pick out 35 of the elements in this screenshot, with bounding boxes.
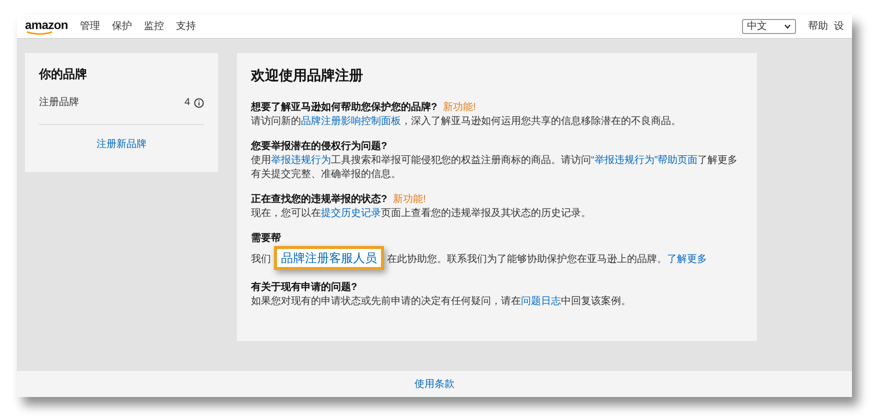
support-link[interactable]: 品牌注册客服人员 (274, 246, 384, 270)
link[interactable]: 举报违规行为 (271, 155, 331, 166)
amazon-logo[interactable]: amazon (25, 18, 68, 34)
new-label: 新功能! (443, 100, 476, 115)
section-text: 如果您对现有的申请状态或先前申请的决定有任何疑问，请在问题日志中回复该案例。 (251, 295, 632, 309)
caret-icon (784, 24, 791, 29)
card-title: 欢迎使用品牌注册 (251, 66, 364, 85)
section-heading: 您要举报潜在的侵权行为问题? (251, 139, 388, 154)
new-label: 新功能! (393, 192, 426, 207)
section-text: 请访问新的品牌注册影响控制面板，深入了解亚马逊如何运用您共享的信息移除潜在的不良商品。 (251, 115, 682, 129)
link[interactable]: 了解更多 (667, 254, 707, 265)
section-heading: 有关于现有申请的问题? (251, 280, 358, 295)
nav-link[interactable]: 监控 (144, 19, 164, 34)
nav-link[interactable]: 支持 (176, 19, 196, 34)
link[interactable]: 问题日志 (521, 296, 561, 307)
row-label: 注册品牌 (39, 96, 79, 110)
link[interactable]: 提交历史记录 (321, 208, 381, 219)
terms-link[interactable]: 使用条款 (414, 376, 454, 392)
section-text: 使用举报违规行为工具搜索和举报可能侵犯您的权益注册商标的商品。请访问“举报违规行为”帮助页面了解更多有关提交完整、准确举报的信息。 (251, 154, 739, 182)
card-title: 你的品牌 (39, 66, 88, 83)
info-icon[interactable] (194, 98, 204, 108)
register-brand-link[interactable]: 注册新品牌 (96, 137, 146, 152)
nav-link[interactable]: 管理 (80, 19, 100, 34)
link[interactable]: 品牌注册影响控制面板 (301, 116, 401, 127)
nav-link[interactable]: 保护 (112, 19, 132, 34)
brand-count: 4 (184, 96, 190, 110)
link[interactable]: “举报违规行为”帮助页面 (591, 155, 698, 166)
section-heading: 正在查找您的违规举报的状态? (251, 192, 388, 207)
section-text: 现在，您可以在提交历史记录页面上查看您的违规举报及其状态的历史记录。 (251, 207, 592, 221)
help-link[interactable]: 帮助 (808, 19, 828, 34)
settings-link[interactable]: 设 (834, 19, 844, 34)
section-heading: 想要了解亚马逊如何帮助您保护您的品牌? (251, 100, 438, 115)
section-heading: 需要帮 (251, 232, 281, 246)
section-text: 我们 品牌注册客服人员 在此协助您。联系我们为了能够协助保护您在亚马逊上的品牌。了解更多 (251, 246, 743, 270)
language-select[interactable]: 中文 (742, 19, 796, 34)
